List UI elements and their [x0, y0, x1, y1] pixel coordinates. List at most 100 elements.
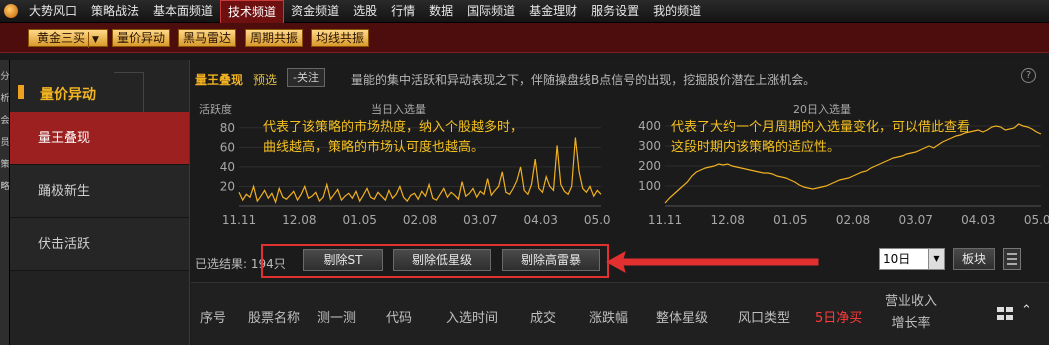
column-header-net-buy[interactable]: 5日净买 — [815, 307, 862, 326]
annotation-line: 代表了大约一个月周期的入选量变化，可以借此查看 — [671, 120, 971, 135]
y-tick-label: 20 — [220, 179, 235, 193]
menu-item[interactable]: 资金频道 — [284, 0, 346, 23]
accent-bar — [18, 85, 24, 99]
column-header-revenue-growth[interactable]: 营业收入 增长率 — [881, 291, 941, 335]
x-tick-label: 01.05 — [342, 213, 376, 227]
menu-item[interactable]: 服务设置 — [584, 0, 646, 23]
x-tick-label: 03.07 — [463, 213, 497, 227]
annotation-line: 这段时期内该策略的适应性。 — [671, 140, 841, 155]
column-header-test[interactable]: 测一测 — [317, 307, 356, 326]
collapse-up-icon[interactable]: ⌃ — [1021, 303, 1032, 318]
column-header-volume[interactable]: 成交 — [530, 307, 556, 326]
period-select-value: 10日 — [883, 252, 911, 266]
chevron-down-icon[interactable]: ▼ — [928, 249, 944, 269]
y-tick-label: 300 — [638, 139, 661, 153]
strip-char: 员 — [0, 138, 10, 148]
menu-item[interactable]: 国际频道 — [460, 0, 522, 23]
y-tick-label: 80 — [220, 121, 235, 135]
column-header-code[interactable]: 代码 — [386, 307, 412, 326]
remove-st-button[interactable]: 剔除ST — [303, 249, 383, 271]
period-select[interactable]: 10日 ▼ — [879, 248, 945, 270]
header-line: 营业收入 — [884, 294, 937, 309]
strategy-description: 量能的集中活跃和异动表现之下，伴随操盘线B点信号的出现，挖掘股价潜在上涨机会。 — [351, 73, 816, 87]
x-tick-label: 05.04 — [584, 213, 611, 227]
annotation-line: 代表了该策略的市场热度，纳入个股越多时， — [263, 120, 524, 135]
strip-char: 会 — [0, 116, 10, 126]
column-header-star[interactable]: 整体星级 — [656, 307, 708, 326]
x-tick-label: 11.11 — [648, 213, 682, 227]
chart-title: 当日入选量 — [371, 103, 426, 116]
daily-selection-chart: 20 40 60 80 11.11 12.08 01.05 02.08 03.07 04.03 05… — [191, 98, 611, 238]
strategy-button-ma[interactable]: 均线共振 — [311, 29, 369, 47]
follow-button[interactable]: -关注 — [287, 68, 325, 87]
chart-ylabel: 活跃度 — [199, 103, 232, 116]
sidenav-item-ambush[interactable]: 伏击活跃 — [10, 218, 189, 271]
sidenav-item-volume-king[interactable]: 量王叠现 — [10, 112, 189, 165]
x-tick-label: 12.08 — [282, 213, 316, 227]
menu-item[interactable]: 选股 — [346, 0, 384, 23]
strategy-sidenav: 量价异动 量王叠现 踊极新生 伏击活跃 — [10, 60, 190, 345]
menu-item[interactable]: 基本面频道 — [146, 0, 220, 23]
x-tick-label: 04.03 — [961, 213, 995, 227]
remove-low-star-button[interactable]: 剔除低星级 — [393, 249, 491, 271]
strategy-button-volume-price[interactable]: 量价异动 — [112, 29, 170, 47]
menu-item[interactable]: 策略战法 — [84, 0, 146, 23]
menu-item[interactable]: 我的频道 — [646, 0, 708, 23]
block-button[interactable]: 板块 — [953, 248, 995, 270]
chart-title: 20日入选量 — [793, 103, 851, 116]
strategy-tag: 预选 — [253, 73, 278, 87]
strategy-button-cycle[interactable]: 周期共振 — [245, 29, 303, 47]
y-tick-label: 60 — [220, 140, 235, 154]
x-tick-label: 04.03 — [523, 213, 557, 227]
pointer-arrow — [605, 250, 819, 274]
left-collapsed-tabs[interactable]: 分 析 会 员 策 略 — [0, 60, 10, 345]
calculator-icon[interactable] — [1003, 248, 1021, 270]
header-line: 增长率 — [891, 316, 931, 331]
x-tick-label: 11.11 — [222, 213, 256, 227]
x-tick-label: 12.08 — [710, 213, 744, 227]
column-header-change[interactable]: 涨跌幅 — [589, 307, 628, 326]
strategy-button-golden-three[interactable]: 黄金三买 ▼ — [28, 29, 108, 48]
filter-action-row: 已选结果: 194只 剔除ST 剔除低星级 剔除高雷暴 10日 ▼ 板块 — [191, 240, 1049, 282]
x-tick-label: 02.08 — [403, 213, 437, 227]
twenty-day-selection-chart: 100 200 300 400 11.11 12.08 01.05 02.08 03.07 04.… — [621, 98, 1049, 238]
chart-annotation-left: 代表了该策略的市场热度，纳入个股越多时， 曲线越高，策略的市场认可度也越高。 — [263, 118, 523, 158]
table-header: 序号 股票名称 测一测 代码 入选时间 成交 涨跌幅 整体星级 风口类型 5日净… — [191, 282, 1049, 345]
sidenav-item-new-birth[interactable]: 踊极新生 — [10, 165, 189, 218]
main-panel: 量王叠现 预选 -关注 量能的集中活跃和异动表现之下，伴随操盘线B点信号的出现，… — [191, 60, 1049, 345]
main-menu: 大势风口 策略战法 基本面频道 技术频道 资金频道 选股 行情 数据 国际频道 基金理财 服务设置我… — [22, 0, 708, 23]
x-tick-label: 01.05 — [773, 213, 807, 227]
strip-char: 分 — [0, 72, 10, 82]
strategy-button-dark-horse[interactable]: 黑马雷达 — [178, 29, 236, 47]
column-header-selected-time[interactable]: 入选时间 — [446, 307, 498, 326]
chart-annotation-right: 代表了大约一个月周期的入选量变化，可以借此查看 这段时期内该策略的适应性。 — [671, 118, 970, 158]
strip-char: 略 — [0, 182, 10, 192]
y-tick-label: 400 — [638, 119, 661, 133]
strip-char: 策 — [0, 160, 10, 170]
column-header-sector-type[interactable]: 风口类型 — [738, 307, 790, 326]
chevron-down-icon[interactable]: ▼ — [88, 32, 99, 48]
strategy-title: 量王叠现 — [195, 73, 244, 87]
remove-high-risk-button[interactable]: 剔除高雷暴 — [502, 249, 600, 271]
x-tick-label: 05.04 — [1024, 213, 1049, 227]
help-icon[interactable]: ? — [1021, 68, 1036, 83]
x-tick-label: 03.07 — [898, 213, 932, 227]
y-tick-label: 40 — [220, 160, 235, 174]
grid-view-icon[interactable] — [997, 307, 1013, 321]
menu-item[interactable]: 技术频道 — [220, 0, 285, 23]
strategy-button-label: 黄金三买 — [37, 31, 86, 45]
column-header-index[interactable]: 序号 — [200, 307, 226, 326]
sidenav-header: 量价异动 — [10, 60, 189, 112]
menu-item[interactable]: 行情 — [384, 0, 422, 23]
menu-item[interactable]: 大势风口 — [22, 0, 84, 23]
annotation-line: 曲线越高，策略的市场认可度也越高。 — [263, 140, 485, 155]
y-tick-label: 200 — [638, 159, 661, 173]
x-tick-label: 02.08 — [836, 213, 870, 227]
menu-item[interactable]: 基金理财 — [522, 0, 584, 23]
menu-item[interactable]: 数据 — [422, 0, 460, 23]
strategy-info-bar: 量王叠现 预选 -关注 量能的集中活跃和异动表现之下，伴随操盘线B点信号的出现，… — [191, 60, 1049, 92]
column-header-name[interactable]: 股票名称 — [248, 307, 300, 326]
sidenav-title: 量价异动 — [40, 87, 96, 103]
strategy-toolbar: 黄金三买 ▼ 量价异动 黑马雷达 周期共振 均线共振 — [0, 23, 1049, 53]
y-tick-label: 100 — [638, 179, 661, 193]
